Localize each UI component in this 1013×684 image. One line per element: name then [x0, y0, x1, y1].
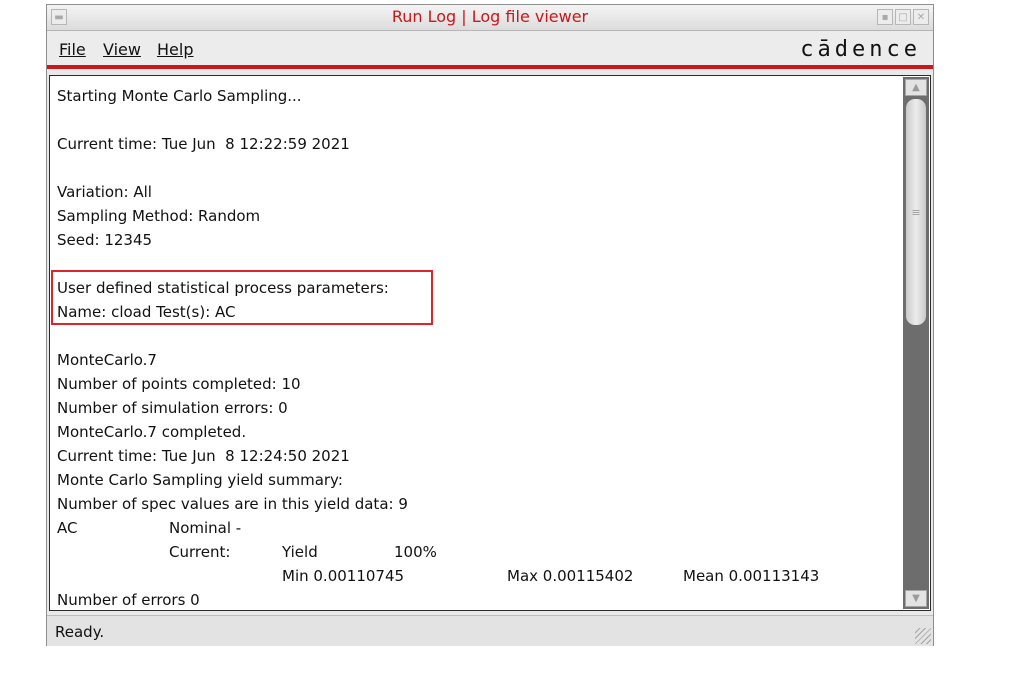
- resize-grip-icon[interactable]: [915, 628, 931, 644]
- scroll-down-arrow-icon[interactable]: ▼: [905, 590, 927, 607]
- max-value: Max 0.00115402: [507, 567, 634, 585]
- current-label: Current:: [169, 543, 231, 561]
- log-line: Number of errors 0: [57, 591, 200, 609]
- mean-value: Mean 0.00113143: [683, 567, 820, 585]
- log-line: Current time: Tue Jun 8 12:22:59 2021: [57, 135, 350, 153]
- menu-view[interactable]: View: [103, 40, 141, 59]
- vertical-scrollbar[interactable]: ▲ ≡ ▼: [903, 77, 929, 609]
- minimize-button[interactable]: ▪: [877, 9, 893, 25]
- log-line: Starting Monte Carlo Sampling...: [57, 87, 302, 105]
- yield-row-test: AC Nominal -: [57, 516, 900, 540]
- log-line: Number of points completed: 10: [57, 375, 301, 393]
- menu-bar: File View Help cādence: [47, 31, 933, 65]
- log-viewer-window: ▬ Run Log | Log file viewer ▪ □ ✕ File V…: [46, 4, 934, 646]
- menu-file[interactable]: File: [59, 40, 86, 59]
- status-text: Ready.: [55, 623, 105, 641]
- log-line: Monte Carlo Sampling yield summary:: [57, 471, 343, 489]
- close-button[interactable]: ✕: [913, 9, 929, 25]
- menu-help-label: Help: [157, 40, 194, 59]
- log-text-area[interactable]: Starting Monte Carlo Sampling... Current…: [49, 75, 931, 611]
- log-line: MonteCarlo.7 completed.: [57, 423, 247, 441]
- accent-divider: [47, 65, 933, 69]
- yield-row-stats: Min 0.00110745 Max 0.00115402 Mean 0.001…: [57, 564, 900, 588]
- menu-view-label: View: [103, 40, 141, 59]
- window-title: Run Log | Log file viewer: [391, 7, 589, 26]
- min-value: Min 0.00110745: [282, 567, 405, 585]
- log-line: Number of spec values are in this yield …: [57, 495, 408, 513]
- log-line: Sampling Method: Random: [57, 207, 261, 225]
- log-content: Starting Monte Carlo Sampling... Current…: [57, 84, 900, 612]
- highlight-box: [51, 270, 433, 325]
- log-line: Current time: Tue Jun 8 12:24:50 2021: [57, 447, 350, 465]
- maximize-button[interactable]: □: [895, 9, 911, 25]
- title-bar: ▬ Run Log | Log file viewer ▪ □ ✕: [47, 5, 933, 31]
- yield-value: 100%: [394, 543, 437, 561]
- cadence-logo: cādence: [800, 37, 921, 62]
- log-line: Variation: All: [57, 183, 152, 201]
- log-line: Number of simulation errors: 0: [57, 399, 288, 417]
- log-line: MonteCarlo.7: [57, 351, 157, 369]
- nominal-label: Nominal -: [169, 519, 242, 537]
- log-blank-line: [57, 156, 900, 180]
- log-line: Seed: 12345: [57, 231, 153, 249]
- test-name: AC: [57, 519, 78, 537]
- menu-help[interactable]: Help: [157, 40, 193, 59]
- menu-file-label: File: [59, 40, 86, 59]
- yield-label: Yield: [282, 543, 318, 561]
- log-blank-line: [57, 324, 900, 348]
- scroll-thumb[interactable]: ≡: [906, 99, 926, 325]
- yield-row-current: Current: Yield 100%: [57, 540, 900, 564]
- scroll-up-arrow-icon[interactable]: ▲: [905, 79, 927, 96]
- log-blank-line: [57, 108, 900, 132]
- status-bar: Ready.: [47, 615, 933, 646]
